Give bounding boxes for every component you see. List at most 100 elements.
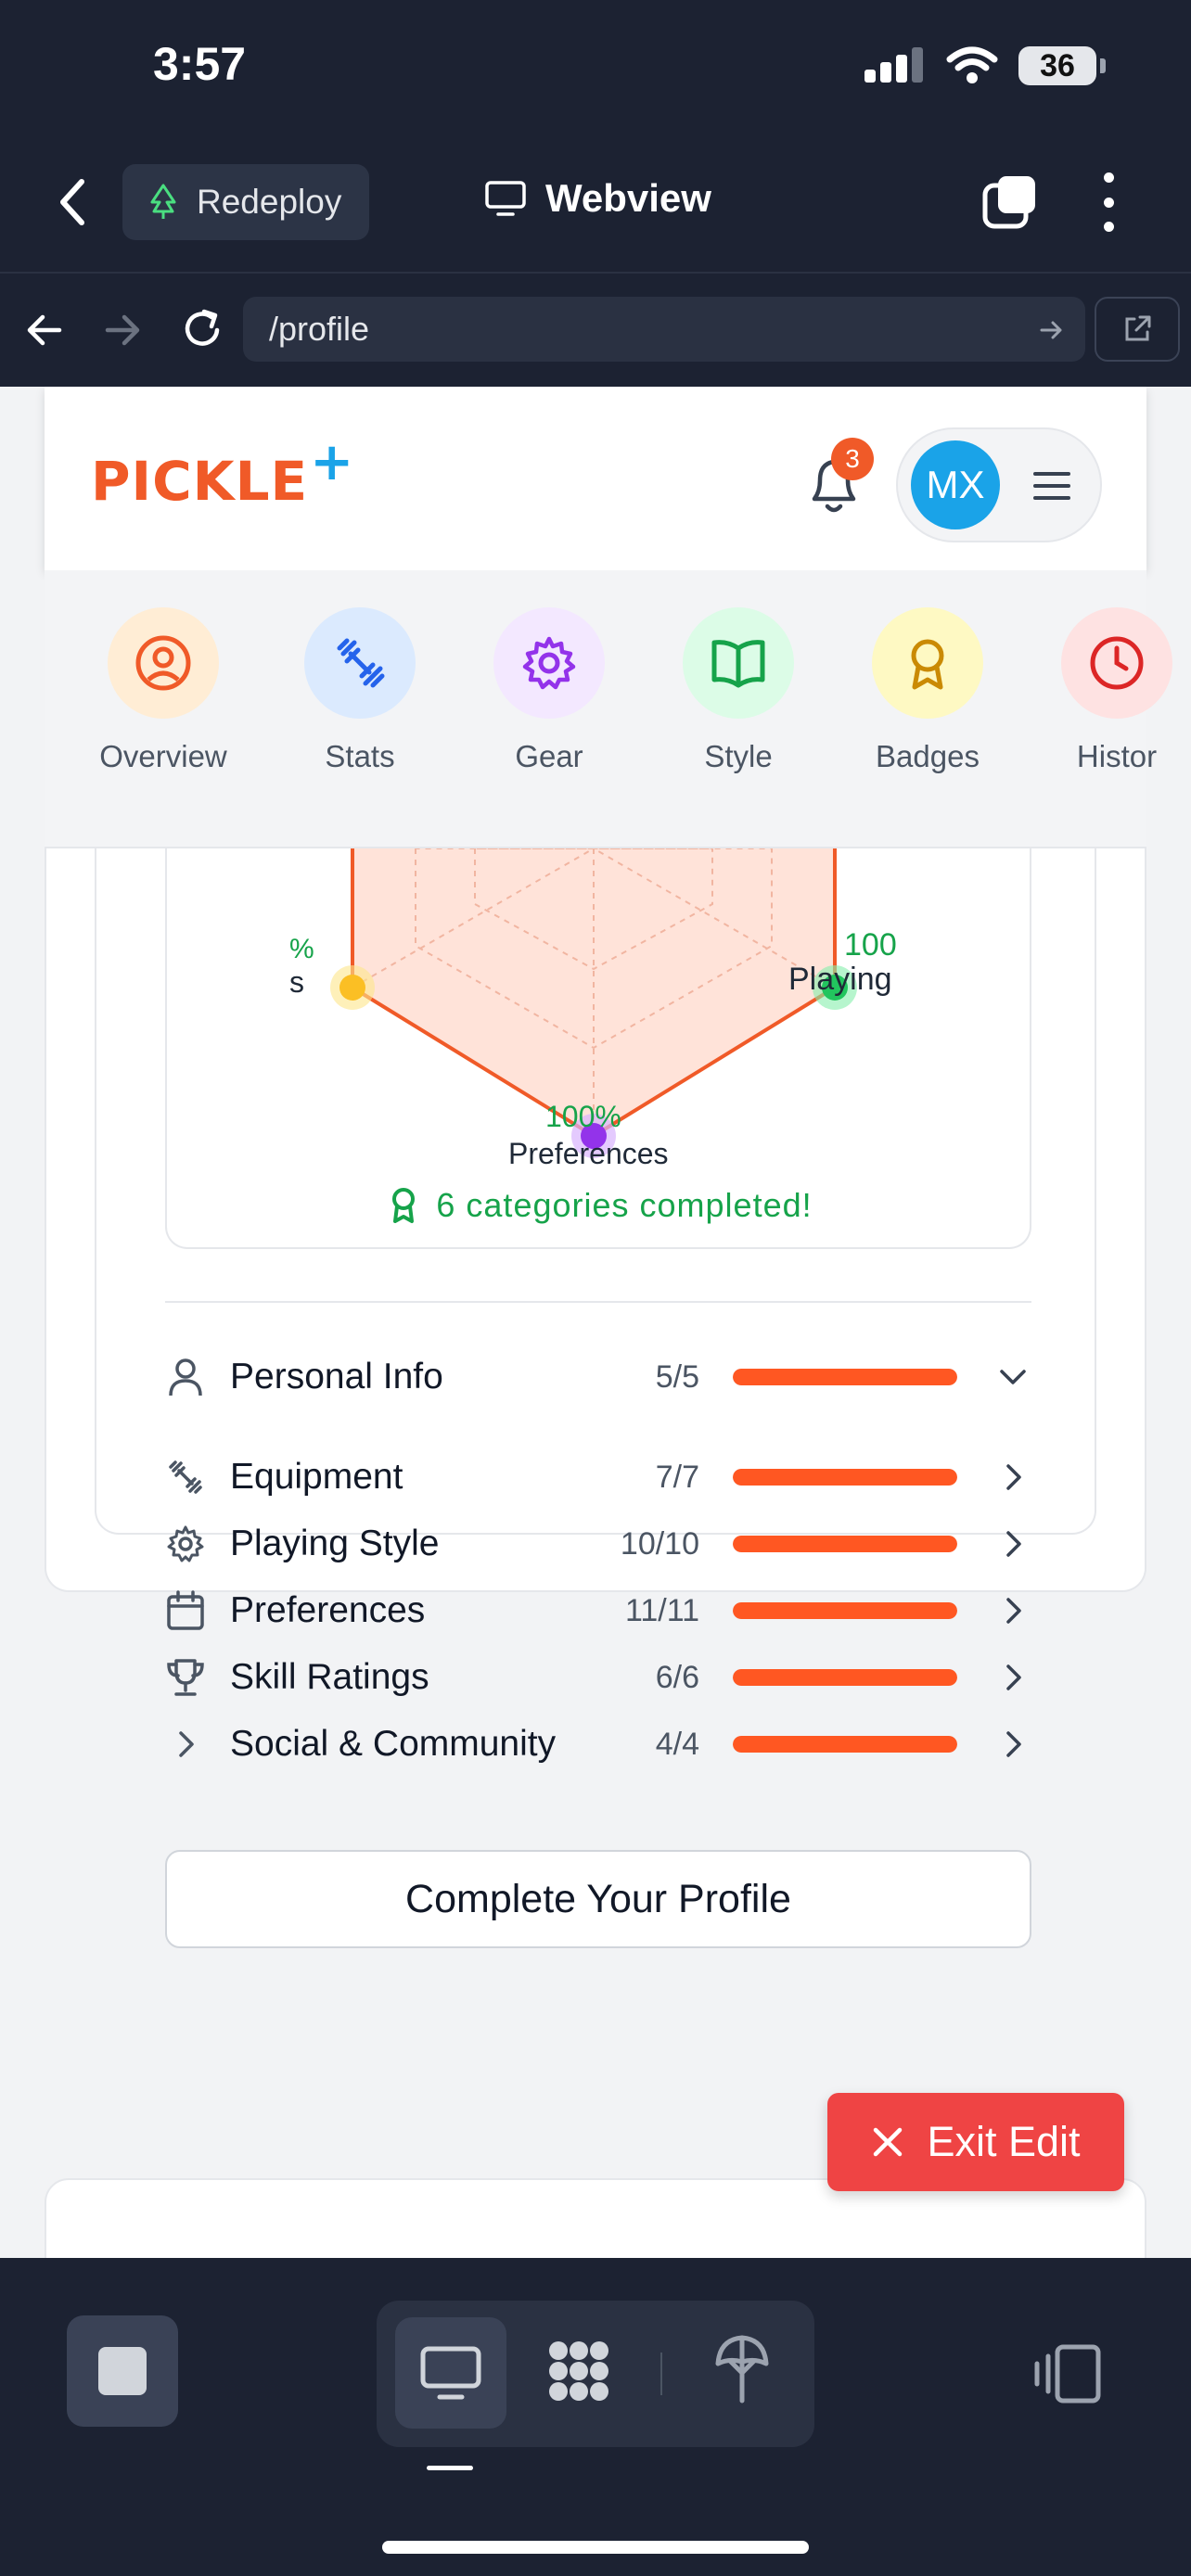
dumbbell-icon xyxy=(169,1460,202,1494)
tab-label: Badges xyxy=(876,739,980,773)
pickle-logo[interactable]: PICKLE+ xyxy=(91,432,354,513)
user-menu[interactable]: MX xyxy=(896,427,1102,542)
category-row-preferences[interactable]: Preferences 11/11 xyxy=(165,1585,1031,1637)
tree-icon xyxy=(715,2335,769,2404)
battery-tip xyxy=(1100,58,1106,73)
open-external-button[interactable] xyxy=(1095,297,1180,362)
progress-fill xyxy=(733,1536,957,1552)
radar-right-label: Playing xyxy=(788,962,892,997)
avatar[interactable]: MX xyxy=(911,440,1000,529)
gear-icon xyxy=(522,636,576,690)
radar-bottom-value: 100% xyxy=(545,1100,621,1133)
chevron-right-icon[interactable] xyxy=(998,1729,1028,1759)
categories-completed: 6 categories completed! xyxy=(167,1186,1030,1225)
reload-icon xyxy=(185,309,220,346)
redeploy-button[interactable]: Redeploy xyxy=(122,164,369,240)
hamburger-menu-icon[interactable] xyxy=(1033,472,1070,500)
more-options-button[interactable] xyxy=(1095,172,1122,232)
category-name: Personal Info xyxy=(230,1357,443,1396)
category-name: Preferences xyxy=(230,1590,426,1630)
category-progress-bar xyxy=(733,1536,957,1552)
agent-mode-button[interactable] xyxy=(542,2334,616,2413)
chevron-right-icon[interactable] xyxy=(998,1596,1028,1626)
url-text: /profile xyxy=(269,310,370,348)
category-count: 6/6 xyxy=(655,1659,699,1695)
view-switcher xyxy=(377,2301,814,2447)
tab-gear[interactable]: Gear xyxy=(456,607,642,774)
active-indicator xyxy=(427,2466,473,2470)
category-row-skill-ratings[interactable]: Skill Ratings 6/6 xyxy=(165,1651,1031,1703)
devices-button[interactable] xyxy=(1031,2343,1102,2409)
calendar-icon xyxy=(167,1590,204,1630)
tab-history[interactable]: Histor xyxy=(1024,607,1191,774)
category-progress-bar xyxy=(733,1369,957,1385)
section-divider xyxy=(165,1301,1031,1303)
browser-forward-button[interactable] xyxy=(102,310,143,355)
category-progress-bar xyxy=(733,1669,957,1686)
stop-button[interactable] xyxy=(67,2315,178,2427)
user-icon xyxy=(169,1358,202,1396)
close-icon xyxy=(874,2127,903,2157)
category-row-social-community[interactable]: Social & Community 4/4 xyxy=(165,1718,1031,1770)
category-count: 11/11 xyxy=(624,1592,699,1628)
chevron-right-icon[interactable] xyxy=(998,1663,1028,1692)
complete-profile-button[interactable]: Complete Your Profile xyxy=(165,1850,1031,1948)
arrow-left-icon xyxy=(27,314,62,346)
category-count: 4/4 xyxy=(655,1726,699,1762)
category-row-playing-style[interactable]: Playing Style 10/10 xyxy=(165,1518,1031,1570)
progress-fill xyxy=(733,1669,957,1686)
browser-back-button[interactable] xyxy=(24,310,65,355)
grid-blob-icon xyxy=(549,2341,608,2401)
url-input[interactable]: /profile xyxy=(243,297,1085,362)
tab-label: Stats xyxy=(325,739,395,773)
tab-stats[interactable]: Stats xyxy=(267,607,453,774)
award-icon xyxy=(392,1188,416,1223)
go-arrow-icon[interactable] xyxy=(1039,317,1065,343)
category-count: 5/5 xyxy=(655,1358,699,1395)
category-row-equipment[interactable]: Equipment 7/7 xyxy=(165,1451,1031,1503)
tabs-icon xyxy=(982,176,1035,229)
book-open-icon xyxy=(711,640,765,688)
profile-tabs: Overview Stats Gear Style Badges Histor xyxy=(45,570,1172,848)
completed-text: 6 categories completed! xyxy=(436,1186,813,1224)
back-button[interactable] xyxy=(54,174,100,230)
arrow-right-icon xyxy=(105,314,140,346)
header-divider xyxy=(0,272,1191,274)
wifi-icon xyxy=(946,46,998,83)
chevron-right-icon[interactable] xyxy=(998,1529,1028,1559)
progress-fill xyxy=(733,1602,957,1619)
tab-badges[interactable]: Badges xyxy=(835,607,1020,774)
award-icon xyxy=(911,639,944,690)
radar-chart-card: % s 100 Playing 100% Preferences 6 categ… xyxy=(165,848,1031,1249)
chevron-down-icon[interactable] xyxy=(998,1362,1028,1392)
monitor-icon xyxy=(420,2346,481,2400)
radar-right-value: 100 xyxy=(844,927,897,963)
bottom-toolbar xyxy=(0,2258,1191,2576)
tab-overview[interactable]: Overview xyxy=(70,607,256,774)
chevron-right-icon xyxy=(179,1731,194,1757)
reload-button[interactable] xyxy=(180,306,224,357)
tabs-button[interactable] xyxy=(981,174,1039,230)
tree-icon xyxy=(150,184,176,219)
category-progress-bar xyxy=(733,1469,957,1486)
chevron-right-icon[interactable] xyxy=(998,1462,1028,1492)
tab-style[interactable]: Style xyxy=(646,607,831,774)
webview-mode-button[interactable] xyxy=(395,2317,506,2429)
webview-title-text: Webview xyxy=(545,176,711,220)
signal-icon xyxy=(864,47,923,83)
progress-fill xyxy=(733,1469,957,1486)
webview-content: PICKLE+ 3 MX Overview Stats Gear Style B… xyxy=(0,387,1191,2258)
radar-left-label: s xyxy=(289,965,304,999)
exit-edit-button[interactable]: Exit Edit xyxy=(827,2093,1124,2191)
status-time: 3:57 xyxy=(153,38,247,90)
tab-label: Overview xyxy=(99,739,227,773)
radar-left-value: % xyxy=(289,934,314,964)
battery-indicator: 36 xyxy=(1018,46,1096,85)
deploy-mode-button[interactable] xyxy=(712,2332,772,2411)
category-row-personal-info[interactable]: Personal Info 5/5 xyxy=(165,1351,1031,1403)
category-count: 10/10 xyxy=(620,1525,699,1562)
gear-icon xyxy=(167,1525,204,1562)
category-progress-bar xyxy=(733,1736,957,1753)
completion-panel: % s 100 Playing 100% Preferences 6 categ… xyxy=(95,848,1096,1948)
category-name: Skill Ratings xyxy=(230,1657,429,1697)
